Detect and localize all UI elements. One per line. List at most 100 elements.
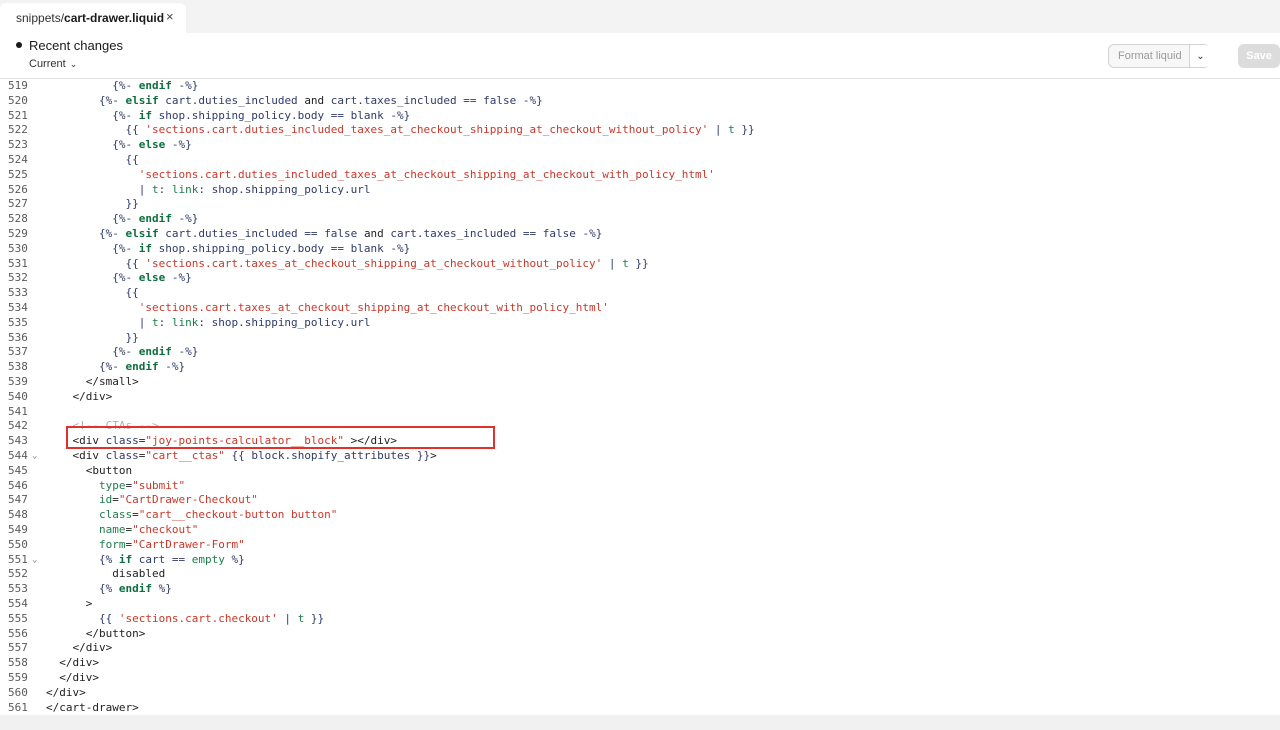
line-number: 525: [8, 167, 28, 181]
line-number: 555: [8, 611, 28, 625]
code-token: {%: [46, 552, 119, 566]
code-text: </button>: [46, 626, 146, 642]
code-token: endif: [138, 212, 172, 226]
code-token: form: [46, 537, 126, 551]
line-number: 521: [8, 108, 28, 122]
code-token: disabled: [46, 567, 166, 581]
code-text: {{: [46, 286, 139, 301]
code-token: 'sections.cart.checkout': [118, 611, 278, 625]
code-token: {{ block.shopify_attributes }}: [224, 449, 431, 462]
code-token: }}: [304, 611, 325, 625]
code-text: </cart-drawer>: [46, 701, 139, 715]
code-text: </small>: [46, 375, 139, 390]
code-token: </div>: [46, 389, 113, 403]
code-token: link: [171, 182, 199, 196]
code-token: type: [46, 478, 126, 492]
tab-cart-drawer[interactable]: snippets/cart-drawer.liquid ×: [0, 3, 186, 33]
line-number: 548: [8, 508, 28, 522]
code-token: {%-: [46, 93, 126, 107]
code-text: </div>: [46, 686, 86, 701]
code-token: {{: [46, 123, 146, 137]
code-token: </div>: [46, 685, 86, 699]
code-token: : shop.shipping_policy.url: [198, 315, 371, 329]
code-token: >: [430, 449, 437, 462]
code-token: link: [171, 315, 199, 329]
code-text: 'sections.cart.duties_included_taxes_at_…: [46, 168, 715, 183]
code-token: {%: [46, 582, 119, 596]
code-token: shop.shipping_policy.body == blank -%}: [151, 108, 411, 122]
code-token: endif: [138, 345, 172, 359]
code-token: }}: [46, 330, 139, 344]
code-text: name="checkout": [46, 523, 198, 538]
code-text: }}: [46, 197, 138, 212]
code-token: class: [46, 508, 133, 522]
code-token: -%}: [171, 79, 199, 92]
code-token: </div>: [46, 671, 99, 684]
code-token: |: [277, 611, 298, 625]
code-token: endif: [125, 360, 159, 374]
code-token: </cart-drawer>: [46, 700, 139, 714]
fold-chevron-icon[interactable]: ⌄: [32, 449, 37, 464]
line-number: 560: [8, 685, 28, 699]
code-token: %}: [224, 552, 245, 566]
code-token: :: [158, 315, 172, 329]
line-number: 543: [8, 434, 28, 448]
line-number: 526: [8, 182, 28, 196]
annotation-highlight-box: [66, 426, 495, 449]
code-text: </div>: [46, 656, 99, 671]
code-text: {%- else -%}: [46, 271, 192, 286]
code-token: </button>: [46, 626, 146, 640]
code-token: elsif: [125, 93, 159, 107]
code-text: {{ 'sections.cart.checkout' | t }}: [46, 612, 324, 627]
code-token: cart.duties_included ==: [158, 227, 325, 240]
code-token: empty: [191, 552, 225, 566]
code-token: {%-: [46, 345, 139, 359]
line-number: 532: [8, 271, 28, 285]
code-editor[interactable]: 519 {%- endif -%} 520 {%- elsif cart.duti…: [0, 79, 1280, 715]
code-token: endif: [118, 582, 152, 596]
close-icon[interactable]: ×: [166, 9, 174, 24]
code-token: {{: [46, 153, 139, 166]
code-token: "CartDrawer-Checkout": [118, 493, 258, 507]
line-number: 530: [8, 241, 28, 255]
line-number: 541: [8, 404, 28, 418]
code-token: -%}: [516, 93, 543, 107]
code-token: =: [112, 493, 119, 507]
code-token: {{: [46, 286, 139, 300]
code-token: |: [708, 123, 729, 137]
line-number: 531: [8, 256, 28, 270]
save-button[interactable]: Save: [1238, 44, 1280, 68]
code-token: >: [46, 597, 93, 610]
version-selector[interactable]: Current ⌄: [29, 58, 77, 70]
code-token: |: [602, 256, 623, 270]
line-number: 522: [8, 123, 28, 137]
tab-bar: snippets/cart-drawer.liquid ×: [0, 0, 1280, 33]
code-token: 'sections.cart.taxes_at_checkout_shippin…: [145, 256, 603, 270]
code-token: 'sections.cart.duties_included_taxes_at_…: [46, 167, 715, 181]
line-number: 533: [8, 286, 28, 300]
format-dropdown-button[interactable]: ⌄: [1189, 45, 1211, 67]
code-token: |: [46, 315, 152, 329]
code-token: false: [542, 227, 576, 240]
code-token: {%-: [46, 138, 139, 152]
code-token: }}: [628, 256, 649, 270]
line-number: 552: [8, 567, 28, 581]
code-token: {%-: [46, 241, 139, 255]
format-liquid-label: Format liquid: [1118, 50, 1182, 62]
code-token: %}: [151, 582, 172, 596]
line-number: 540: [8, 389, 28, 403]
code-token: </div>: [46, 641, 113, 655]
code-token: else: [138, 138, 166, 152]
code-text: {% if cart == empty %}: [46, 553, 245, 568]
code-token: |: [46, 182, 152, 196]
code-text: | t: link: shop.shipping_policy.url: [46, 183, 371, 198]
code-token: "checkout": [132, 523, 199, 536]
format-liquid-button[interactable]: Format liquid ⌄: [1108, 44, 1211, 68]
fold-chevron-icon[interactable]: ⌄: [32, 553, 37, 568]
code-token: {{: [46, 611, 119, 625]
code-token: endif: [138, 79, 172, 92]
code-token: and: [363, 227, 384, 240]
code-token: {%-: [46, 108, 139, 122]
code-text: {%- elsif cart.duties_included and cart.…: [46, 94, 543, 109]
line-number: 559: [8, 671, 28, 684]
